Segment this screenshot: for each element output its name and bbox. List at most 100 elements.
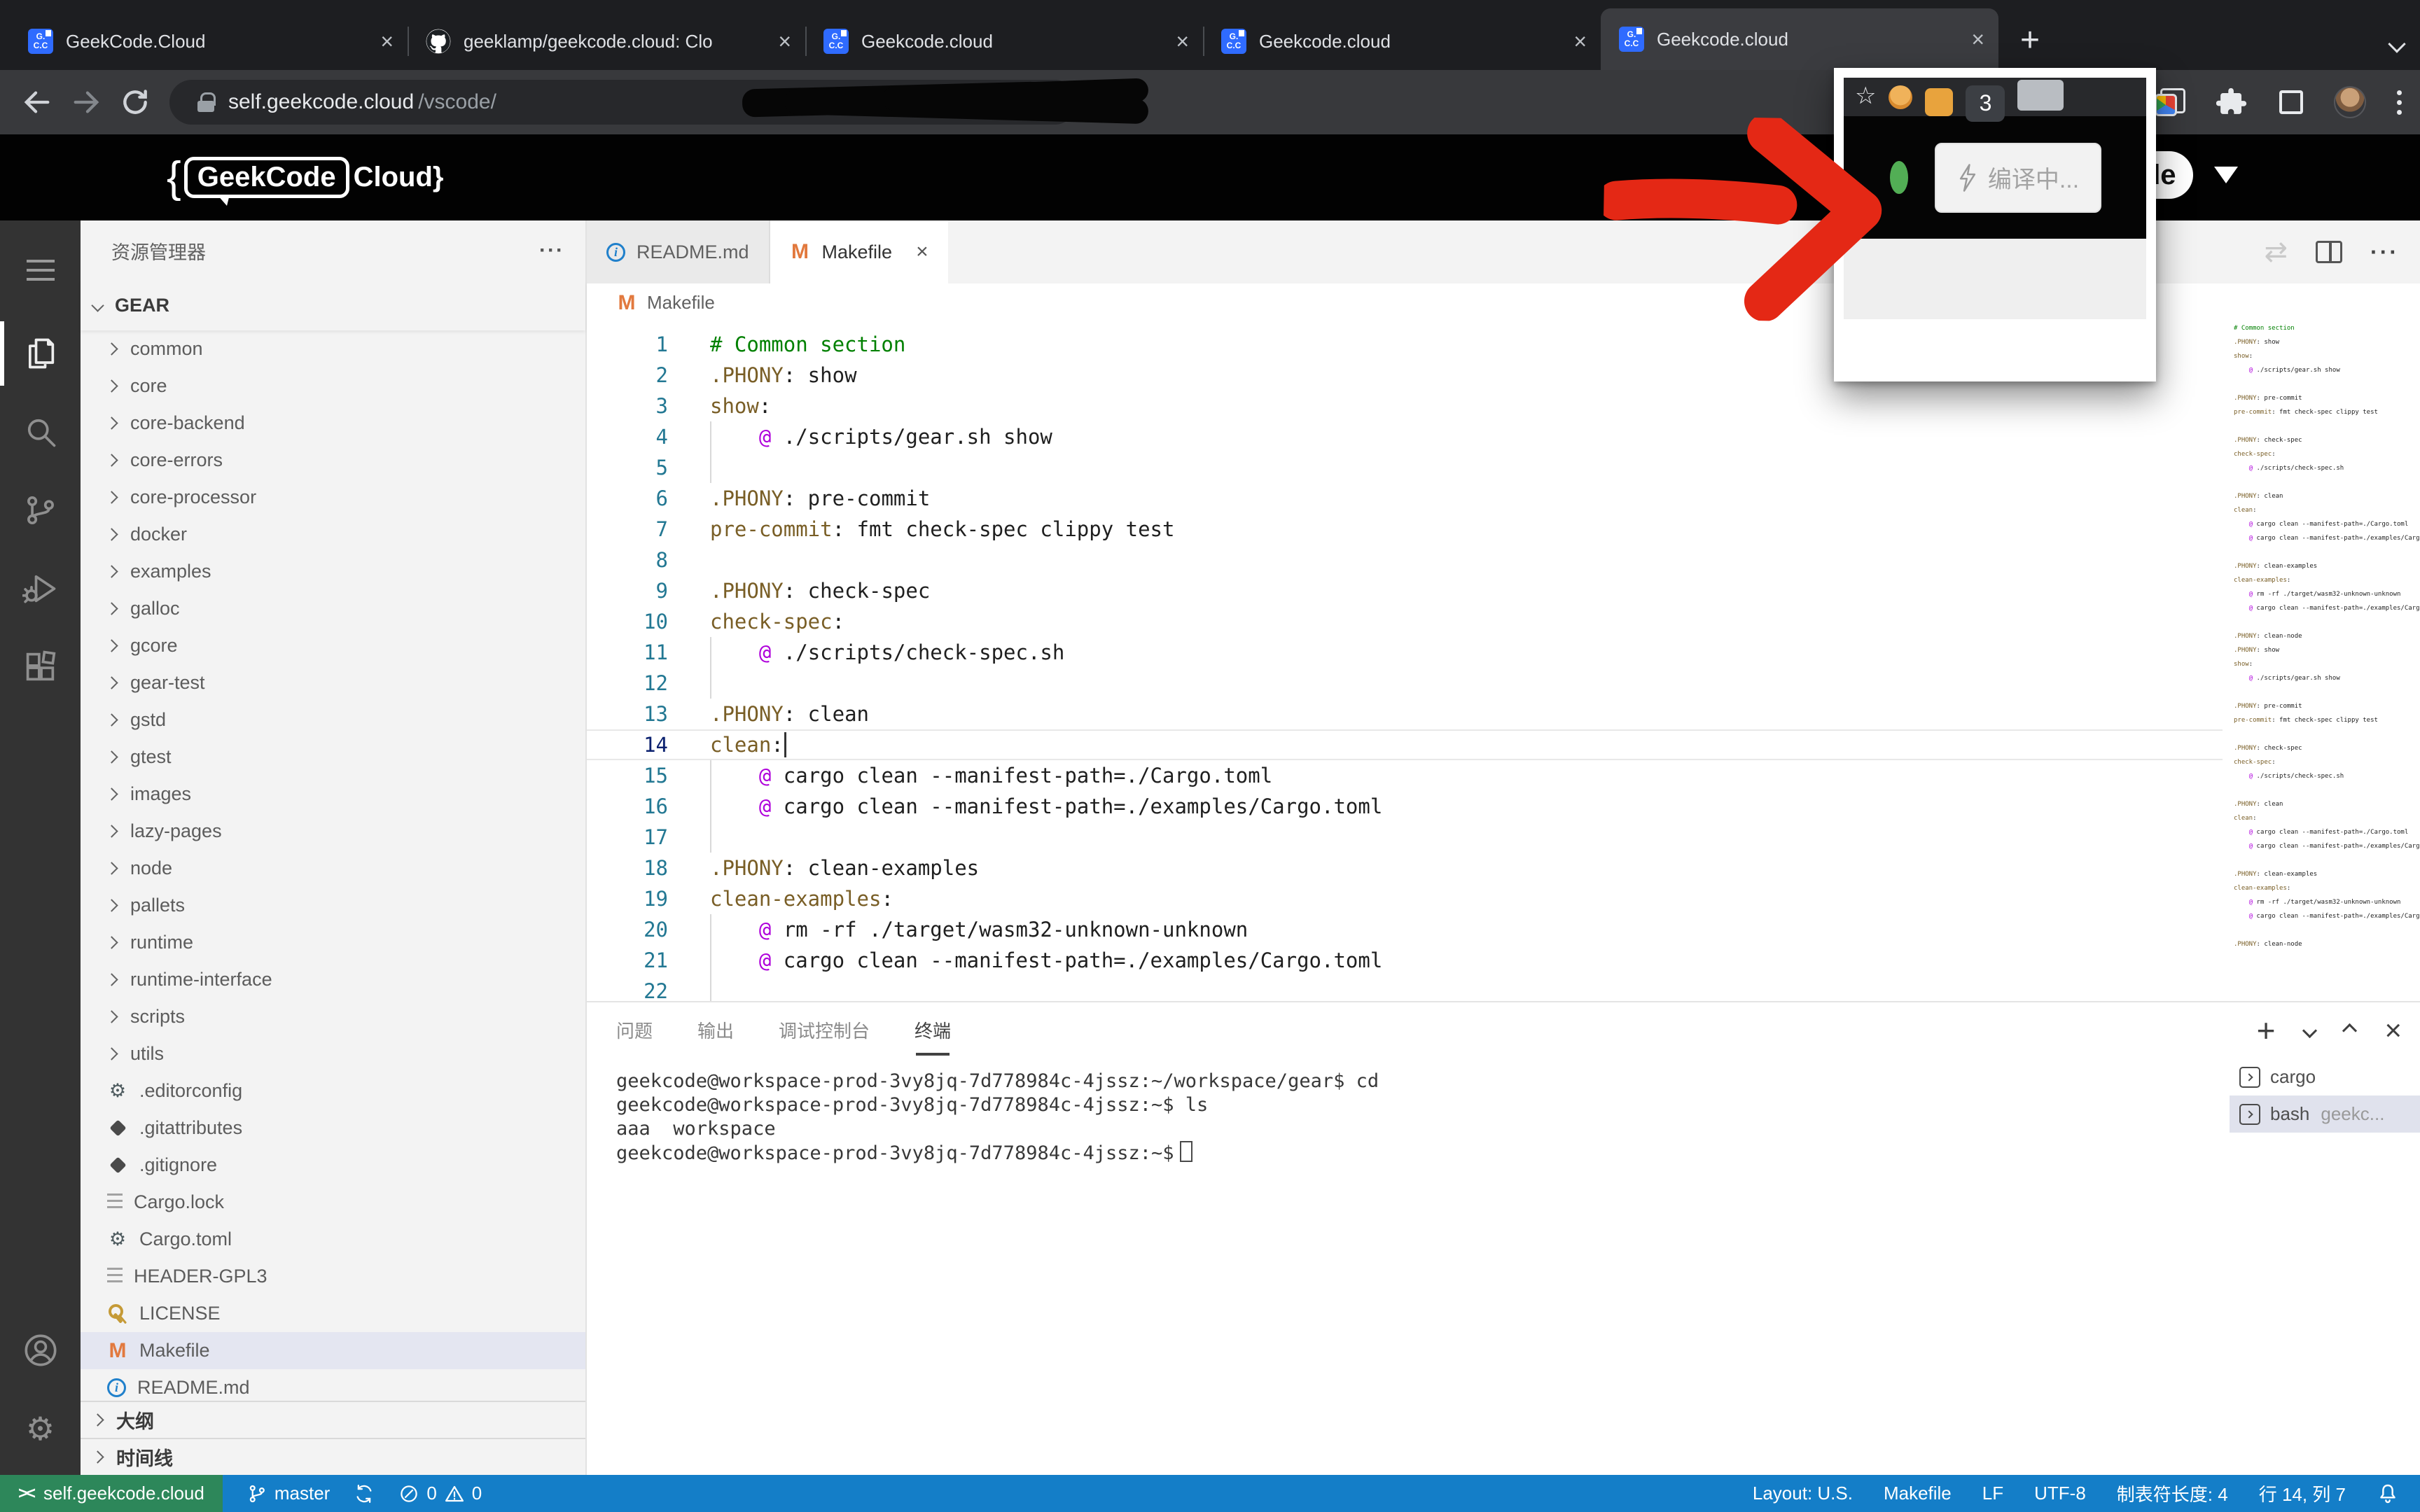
- minimap[interactable]: # Common section.PHONY: showshow: @ ./sc…: [2223, 322, 2420, 1001]
- forward-button[interactable]: [62, 86, 111, 118]
- tree-item-utils[interactable]: utils: [81, 1035, 585, 1072]
- browser-tab-1[interactable]: G.C.CGeekCode.Cloud×: [10, 13, 408, 70]
- status-makefile[interactable]: Makefile: [1884, 1483, 1952, 1504]
- tree-item-readme-md[interactable]: iREADME.md: [81, 1369, 585, 1401]
- tree-item-core-processor[interactable]: core-processor: [81, 479, 585, 516]
- reload-button[interactable]: [111, 87, 160, 118]
- tree-item-lazy-pages[interactable]: lazy-pages: [81, 813, 585, 850]
- new-tab-button[interactable]: +: [2005, 15, 2054, 64]
- tree-item-cargo-lock[interactable]: Cargo.lock: [81, 1184, 585, 1221]
- browser-menu-icon[interactable]: [2397, 90, 2402, 115]
- tree-item-examples[interactable]: examples: [81, 553, 585, 590]
- tab-close-icon[interactable]: ×: [380, 30, 394, 52]
- editor-more-actions-icon[interactable]: ···: [2370, 239, 2399, 265]
- compare-changes-icon[interactable]: ⇄: [2265, 236, 2288, 268]
- tree-item-scripts[interactable]: scripts: [81, 998, 585, 1035]
- tree-item-gear-test[interactable]: gear-test: [81, 664, 585, 701]
- tab-close-icon[interactable]: ×: [1176, 30, 1189, 52]
- tree-item-label: lazy-pages: [130, 820, 222, 842]
- profile-avatar[interactable]: [2334, 86, 2366, 118]
- sidebar-section-时间线[interactable]: 时间线: [81, 1438, 585, 1475]
- tree-item-header-gpl3[interactable]: HEADER-GPL3: [81, 1258, 585, 1295]
- tree-item-makefile[interactable]: MMakefile: [81, 1332, 585, 1369]
- compiling-button[interactable]: 编译中...: [1935, 143, 2101, 213]
- tree-item-license[interactable]: LICENSE: [81, 1295, 585, 1332]
- tree-item-gitattributes[interactable]: .gitattributes: [81, 1110, 585, 1147]
- search-icon[interactable]: [0, 393, 81, 471]
- tree-item-runtime-interface[interactable]: runtime-interface: [81, 961, 585, 998]
- source-control-icon[interactable]: [0, 471, 81, 550]
- account-icon[interactable]: [0, 1311, 81, 1390]
- sidebar-section-大纲[interactable]: 大纲: [81, 1401, 585, 1438]
- terminal-output[interactable]: geekcode@workspace-prod-3vy8jq-7d778984c…: [587, 1058, 2230, 1475]
- lock-icon[interactable]: [197, 92, 214, 112]
- tree-item-images[interactable]: images: [81, 776, 585, 813]
- close-tab-icon[interactable]: ×: [916, 240, 929, 264]
- tree-item-galloc[interactable]: galloc: [81, 590, 585, 627]
- back-button[interactable]: [13, 86, 62, 118]
- tab-readme[interactable]: i README.md: [587, 220, 770, 284]
- menu-hamburger-icon[interactable]: [0, 236, 81, 314]
- explorer-more-actions-icon[interactable]: ···: [539, 239, 564, 262]
- explorer-icon[interactable]: [0, 314, 81, 393]
- tree-item-gcore[interactable]: gcore: [81, 627, 585, 664]
- tree-item-core-errors[interactable]: core-errors: [81, 442, 585, 479]
- tree-item-gtest[interactable]: gtest: [81, 738, 585, 776]
- tab-makefile[interactable]: M Makefile ×: [770, 220, 948, 284]
- extensions-icon[interactable]: [0, 628, 81, 706]
- status-制表符长度-4[interactable]: 制表符长度: 4: [2117, 1480, 2228, 1506]
- tree-item-core-backend[interactable]: core-backend: [81, 405, 585, 442]
- run-debug-icon[interactable]: [0, 550, 81, 628]
- minimap-line: [2234, 689, 2420, 703]
- tree-item-docker[interactable]: docker: [81, 516, 585, 553]
- line-number: 11: [587, 640, 692, 664]
- branch-indicator[interactable]: master: [246, 1483, 330, 1504]
- remote-indicator[interactable]: >< self.geekcode.cloud: [0, 1475, 223, 1512]
- settings-gear-icon[interactable]: ⚙: [0, 1390, 81, 1468]
- close-panel-icon[interactable]: ×: [2384, 1014, 2402, 1047]
- tree-item-common[interactable]: common: [81, 330, 585, 368]
- terminal-instance-cargo[interactable]: cargo: [2230, 1058, 2420, 1096]
- browser-tab-3[interactable]: G.C.CGeekcode.cloud×: [805, 13, 1203, 70]
- tab-close-icon[interactable]: ×: [1971, 28, 1984, 50]
- tree-item-cargo-toml[interactable]: ⚙Cargo.toml: [81, 1221, 585, 1258]
- minimap-line: @ ./scripts/check-spec.sh: [2234, 465, 2420, 479]
- tab-groups-icon[interactable]: [2155, 88, 2185, 116]
- code-editor[interactable]: 1# Common section2.PHONY: show3show:4 @ …: [587, 322, 2420, 1001]
- address-bar[interactable]: self.geekcode.cloud /vscode/: [169, 80, 1077, 125]
- browser-tab-2[interactable]: geeklamp/geekcode.cloud: Clo×: [408, 13, 805, 70]
- tree-item-gitignore[interactable]: .gitignore: [81, 1147, 585, 1184]
- status-utf-8[interactable]: UTF-8: [2034, 1483, 2086, 1504]
- tree-item-gstd[interactable]: gstd: [81, 701, 585, 738]
- header-dropdown-caret-icon[interactable]: [2214, 167, 2238, 183]
- problems-indicator[interactable]: 0 0: [398, 1483, 482, 1504]
- terminal-instance-bash[interactable]: bashgeekc...: [2230, 1096, 2420, 1133]
- tree-item-core[interactable]: core: [81, 368, 585, 405]
- tab-close-icon[interactable]: ×: [1573, 30, 1587, 52]
- split-editor-icon[interactable]: [2316, 241, 2342, 263]
- notifications-bell[interactable]: [2377, 1483, 2399, 1505]
- workspace-section-header[interactable]: GEAR: [81, 281, 585, 330]
- tree-item-runtime[interactable]: runtime: [81, 924, 585, 961]
- extensions-puzzle-icon[interactable]: [2216, 86, 2248, 118]
- panel-tab-问题[interactable]: 问题: [616, 1017, 653, 1044]
- panel-tab-调试控制台[interactable]: 调试控制台: [779, 1017, 870, 1044]
- terminal-dropdown-icon[interactable]: [2302, 1023, 2317, 1037]
- panel-tab-终端[interactable]: 终端: [915, 1017, 951, 1044]
- tab-search-chevron-icon[interactable]: [2388, 35, 2405, 52]
- tab-close-icon[interactable]: ×: [778, 30, 791, 52]
- status-行-14-列-7[interactable]: 行 14, 列 7: [2259, 1480, 2346, 1506]
- maximize-panel-icon[interactable]: [2342, 1023, 2357, 1037]
- browser-tab-5[interactable]: G.C.CGeekcode.cloud×: [1601, 8, 1998, 70]
- status-layout-u-s[interactable]: Layout: U.S.: [1753, 1483, 1853, 1504]
- tree-item-editorconfig[interactable]: ⚙.editorconfig: [81, 1072, 585, 1110]
- chevron-right-icon: [105, 713, 118, 726]
- browser-tab-4[interactable]: G.C.CGeekcode.cloud×: [1203, 13, 1601, 70]
- sync-button[interactable]: [354, 1483, 375, 1504]
- panel-tab-输出[interactable]: 输出: [697, 1017, 734, 1044]
- status-lf[interactable]: LF: [1982, 1483, 2003, 1504]
- new-terminal-icon[interactable]: +: [2257, 1011, 2276, 1049]
- side-panel-icon[interactable]: [2279, 90, 2303, 114]
- tree-item-node[interactable]: node: [81, 850, 585, 887]
- tree-item-pallets[interactable]: pallets: [81, 887, 585, 924]
